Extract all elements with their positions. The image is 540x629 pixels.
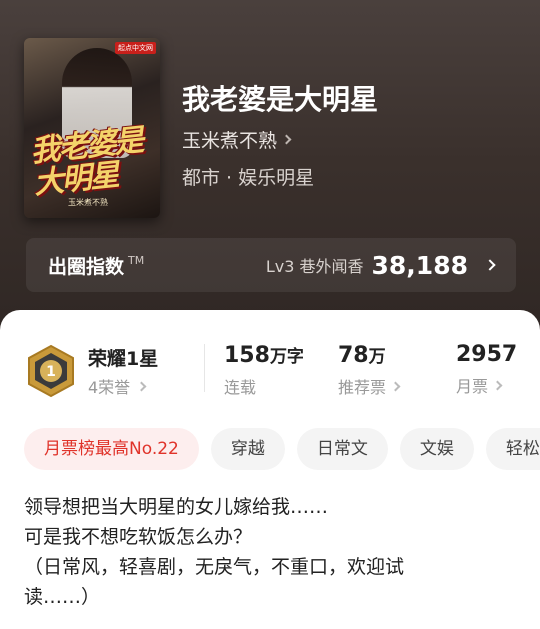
stat-label: 推荐票 xyxy=(338,378,387,397)
stat-label: 月票 xyxy=(456,377,489,396)
honor-count-link[interactable]: 4荣誉 xyxy=(88,374,147,398)
fame-index-bar[interactable]: 出圈指数 TM Lv3 巷外闻香 38,188 xyxy=(26,238,516,292)
book-header: 起点中文网 我老婆是大明星 玉米煮不熟 我老婆是大明星 玉米煮不熟 都市 · 娱… xyxy=(0,0,540,360)
stat-value: 158 xyxy=(224,343,270,368)
stat-recommend-votes[interactable]: 78万 推荐票 xyxy=(338,342,401,398)
book-description[interactable]: 领导想把当大明星的女儿嫁给我…… 可是我不想吃软饭怎么办？ （日常风，轻喜剧，无… xyxy=(24,492,516,612)
tag-item[interactable]: 穿越 xyxy=(210,428,285,470)
fame-level: Lv3 巷外闻香 xyxy=(265,257,364,276)
cover-author-text: 玉米煮不熟 xyxy=(68,198,108,207)
tag-item[interactable]: 文娱 xyxy=(399,428,474,470)
stat-unit: 万 xyxy=(368,347,386,367)
chevron-right-icon xyxy=(492,380,503,390)
genre-text: 都市 · 娱乐明星 xyxy=(182,167,315,189)
honor-badge-number: 1 xyxy=(46,364,56,380)
description-line: 读……） xyxy=(24,586,101,608)
stat-value: 78 xyxy=(338,343,369,368)
honor-count: 4荣誉 xyxy=(88,378,131,397)
cover-publisher-badge: 起点中文网 xyxy=(115,42,156,54)
author-name: 玉米煮不熟 xyxy=(182,130,278,152)
cover-title-art: 我老婆是大明星 xyxy=(28,122,144,202)
tag-ranking[interactable]: 月票榜最高No.22 xyxy=(24,428,199,470)
author-link[interactable]: 玉米煮不熟 xyxy=(182,126,292,153)
description-line: 可是我不想吃软饭怎么办？ xyxy=(24,526,253,548)
description-line: 领导想把当大明星的女儿嫁给我…… xyxy=(24,496,329,518)
chevron-right-icon xyxy=(281,134,292,145)
fame-tm-mark: TM xyxy=(128,254,145,267)
stat-word-count: 158万字 连载 xyxy=(224,342,304,398)
stat-unit: 万字 xyxy=(269,347,304,367)
honor-medal-icon[interactable]: 1 xyxy=(26,344,76,398)
tag-list: 月票榜最高No.22 穿越 日常文 文娱 轻松 xyxy=(24,428,540,470)
divider xyxy=(204,344,205,392)
book-title: 我老婆是大明星 xyxy=(182,83,379,116)
description-line: （日常风，轻喜剧，无戾气，不重口，欢迎试 xyxy=(24,556,405,578)
stat-monthly-votes[interactable]: 2957 月票 xyxy=(456,342,517,397)
chevron-right-icon xyxy=(390,381,401,391)
chevron-right-icon xyxy=(484,259,496,271)
tag-item[interactable]: 轻松 xyxy=(485,428,540,470)
book-info-card: 1 荣耀1星 4荣誉 158万字 连载 78万 推荐票 2957 月票 月票榜最… xyxy=(0,310,540,629)
fame-value: 38,188 xyxy=(371,250,468,280)
honor-title[interactable]: 荣耀1星 xyxy=(88,344,158,371)
tag-item[interactable]: 日常文 xyxy=(296,428,388,470)
stat-value: 2957 xyxy=(456,342,518,367)
book-cover[interactable]: 起点中文网 我老婆是大明星 玉米煮不熟 xyxy=(24,38,160,218)
stat-label: 连载 xyxy=(224,378,257,397)
chevron-right-icon xyxy=(136,381,147,391)
fame-label: 出圈指数 xyxy=(48,255,125,278)
